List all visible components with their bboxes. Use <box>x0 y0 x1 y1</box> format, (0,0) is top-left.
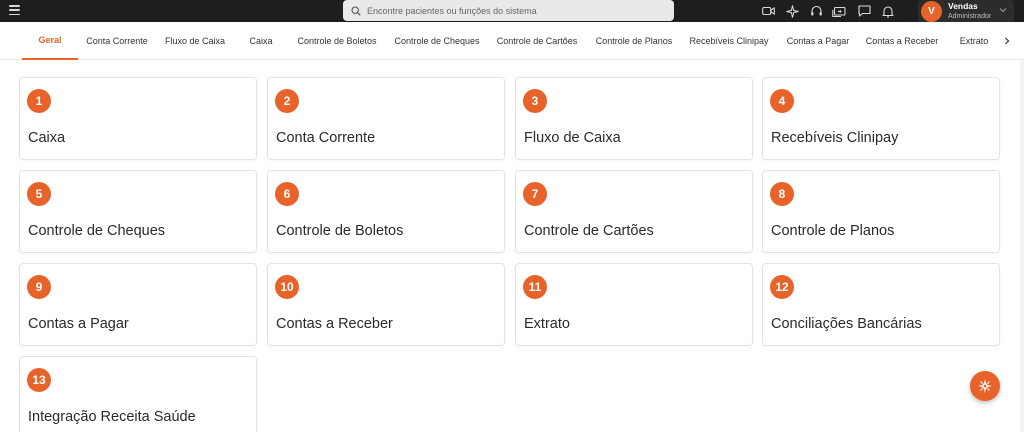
card-recebiveis-clinipay[interactable]: 4 Recebíveis Clinipay <box>762 77 1000 160</box>
card-caixa[interactable]: 1 Caixa <box>19 77 257 160</box>
card-title: Controle de Cheques <box>28 223 166 239</box>
headset-icon[interactable] <box>809 4 823 18</box>
compass-icon <box>978 379 992 393</box>
card-number-badge: 3 <box>523 89 547 113</box>
tab-controle-de-boletos[interactable]: Controle de Boletos <box>292 22 382 60</box>
video-icon[interactable] <box>761 4 775 18</box>
tab-recebiveis-clinipay[interactable]: Recebíveis Clinipay <box>686 22 772 60</box>
card-title: Controle de Planos <box>771 223 895 239</box>
card-number-badge: 7 <box>523 182 547 206</box>
card-number-badge: 8 <box>770 182 794 206</box>
menu-icon[interactable] <box>9 5 20 15</box>
floating-action-button[interactable] <box>970 371 1000 401</box>
tab-geral[interactable]: Geral <box>22 22 78 60</box>
screen-share-icon[interactable] <box>832 4 846 18</box>
card-title: Extrato <box>524 316 570 332</box>
user-role: Administrador <box>948 12 992 20</box>
chevron-down-icon[interactable] <box>999 7 1007 13</box>
search-input[interactable] <box>367 5 647 16</box>
tab-controle-de-planos[interactable]: Controle de Planos <box>590 22 678 60</box>
card-number-badge: 13 <box>27 368 51 392</box>
card-controle-de-cheques[interactable]: 5 Controle de Cheques <box>19 170 257 253</box>
card-contas-a-pagar[interactable]: 9 Contas a Pagar <box>19 263 257 346</box>
card-number-badge: 11 <box>523 275 547 299</box>
card-title: Controle de Boletos <box>276 223 404 239</box>
tab-fluxo-de-caixa[interactable]: Fluxo de Caixa <box>160 22 230 60</box>
card-title: Conta Corrente <box>276 130 376 146</box>
bell-icon[interactable] <box>881 4 895 18</box>
top-bar: V Vendas Administrador <box>0 0 1024 22</box>
card-number-badge: 4 <box>770 89 794 113</box>
tab-contas-a-receber[interactable]: Contas a Receber <box>862 22 942 60</box>
tab-contas-a-pagar[interactable]: Contas a Pagar <box>782 22 854 60</box>
user-menu[interactable]: V Vendas Administrador <box>918 0 1014 22</box>
card-title: Conciliações Bancárias <box>771 316 922 332</box>
tab-controle-de-cartoes[interactable]: Controle de Cartões <box>492 22 582 60</box>
tab-caixa[interactable]: Caixa <box>242 22 280 60</box>
card-controle-de-boletos[interactable]: 6 Controle de Boletos <box>267 170 505 253</box>
card-title: Controle de Cartões <box>524 223 654 239</box>
user-name: Vendas <box>948 1 978 12</box>
card-title: Caixa <box>28 130 66 146</box>
search-bar[interactable] <box>343 0 674 21</box>
tab-controle-de-cheques[interactable]: Controle de Cheques <box>390 22 484 60</box>
card-number-badge: 1 <box>27 89 51 113</box>
card-title: Fluxo de Caixa <box>524 130 621 146</box>
tab-extrato[interactable]: Extrato <box>954 22 994 60</box>
card-title: Contas a Receber <box>276 316 393 332</box>
chevron-right-icon[interactable] <box>1004 37 1010 45</box>
tab-bar: Geral Conta Corrente Fluxo de Caixa Caix… <box>0 22 1024 60</box>
card-number-badge: 6 <box>275 182 299 206</box>
card-extrato[interactable]: 11 Extrato <box>515 263 753 346</box>
card-controle-de-cartoes[interactable]: 7 Controle de Cartões <box>515 170 753 253</box>
card-number-badge: 2 <box>275 89 299 113</box>
card-title: Recebíveis Clinipay <box>771 130 899 146</box>
card-fluxo-de-caixa[interactable]: 3 Fluxo de Caixa <box>515 77 753 160</box>
card-integracao-receita-saude[interactable]: 13 Integração Receita Saúde <box>19 356 257 432</box>
card-conta-corrente[interactable]: 2 Conta Corrente <box>267 77 505 160</box>
card-number-badge: 10 <box>275 275 299 299</box>
chat-icon[interactable] <box>857 4 871 18</box>
scrollbar[interactable] <box>1020 60 1024 432</box>
search-icon <box>351 5 361 16</box>
card-title: Contas a Pagar <box>28 316 129 332</box>
card-number-badge: 5 <box>27 182 51 206</box>
sparkle-icon[interactable] <box>785 4 799 18</box>
avatar: V <box>921 0 942 22</box>
card-number-badge: 12 <box>770 275 794 299</box>
tab-conta-corrente[interactable]: Conta Corrente <box>82 22 152 60</box>
card-conciliacoes-bancarias[interactable]: 12 Conciliações Bancárias <box>762 263 1000 346</box>
card-number-badge: 9 <box>27 275 51 299</box>
card-contas-a-receber[interactable]: 10 Contas a Receber <box>267 263 505 346</box>
card-title: Integração Receita Saúde <box>28 409 196 425</box>
card-controle-de-planos[interactable]: 8 Controle de Planos <box>762 170 1000 253</box>
